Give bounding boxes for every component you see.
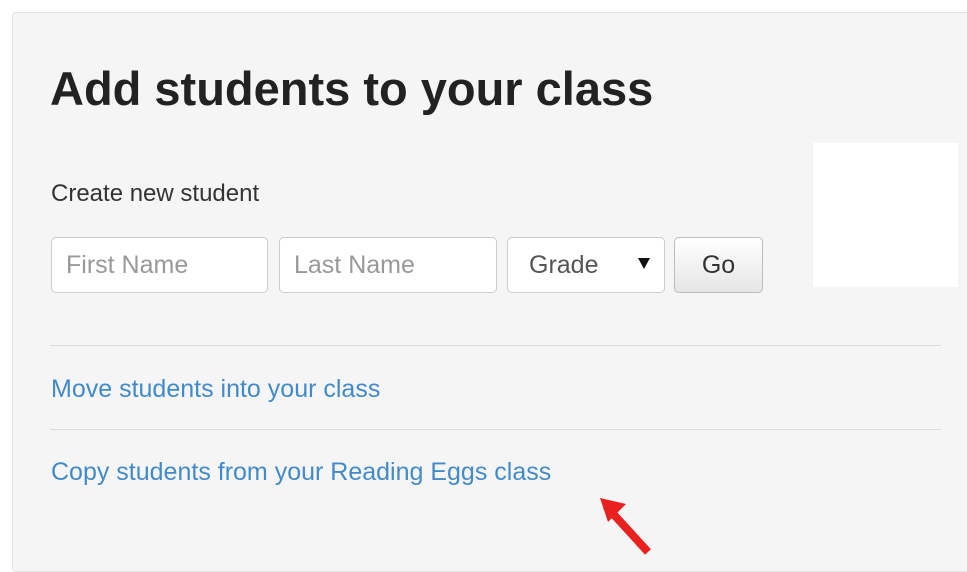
copy-students-link[interactable]: Copy students from your Reading Eggs cla… [51, 460, 551, 485]
last-name-input[interactable] [279, 237, 497, 293]
red-arrow-icon [600, 498, 651, 555]
grade-select-value: Grade [529, 251, 599, 279]
add-students-panel: Add students to your class Create new st… [12, 12, 967, 572]
blank-box [813, 143, 958, 287]
divider [50, 429, 941, 430]
page-title: Add students to your class [50, 62, 654, 115]
divider [50, 345, 941, 346]
first-name-input[interactable] [51, 237, 268, 293]
move-students-link[interactable]: Move students into your class [51, 377, 380, 402]
grade-select[interactable]: Grade [507, 237, 665, 293]
go-button[interactable]: Go [674, 237, 763, 293]
caret-down-icon [638, 258, 650, 269]
create-student-label: Create new student [51, 180, 260, 207]
